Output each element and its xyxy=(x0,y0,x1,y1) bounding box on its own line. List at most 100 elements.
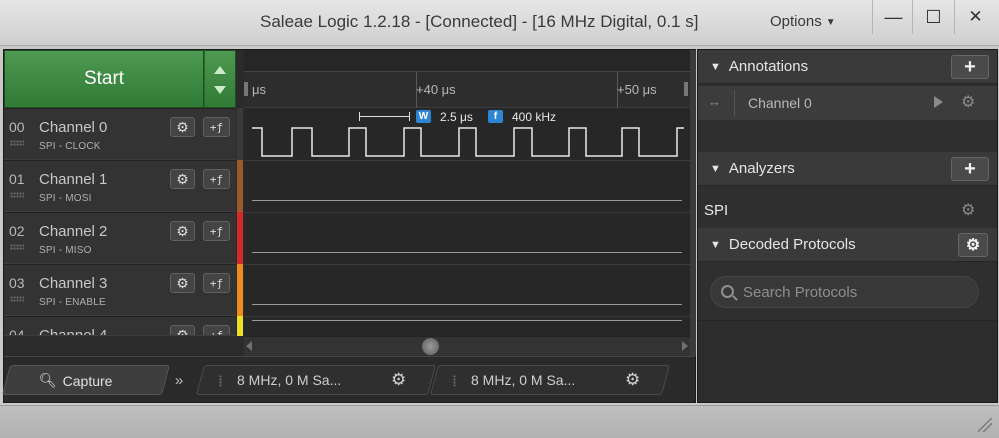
search-list-icon: 🔍︎ xyxy=(39,371,57,388)
scroll-right-icon[interactable] xyxy=(682,341,688,351)
drag-handle-icon[interactable] xyxy=(10,140,24,146)
enable-waveform xyxy=(252,304,682,305)
frequency-badge: f xyxy=(488,110,503,123)
trigger-button[interactable]: +ƒ xyxy=(203,117,230,137)
trigger-button[interactable]: +ƒ xyxy=(203,273,230,293)
vertical-scrollbar[interactable] xyxy=(690,50,696,356)
channel-row-2[interactable]: 02 Channel 2 SPI - MISO ⚙ +ƒ xyxy=(4,212,236,264)
time-ruler[interactable]: μs +40 μs +50 μs xyxy=(244,50,691,108)
channel-number: 03 xyxy=(9,275,25,291)
annotations-header[interactable]: ▼ Annotations + xyxy=(698,50,997,84)
session-label: 8 MHz, 0 M Sa... xyxy=(237,372,342,388)
row-separator xyxy=(244,212,691,213)
decoded-settings-button[interactable]: ⚙ xyxy=(958,233,988,257)
analyzers-header[interactable]: ▼ Analyzers + xyxy=(698,152,997,186)
channel-row-4[interactable]: 04 Channel 4 ⚙ +ƒ xyxy=(4,316,236,336)
channel-settings-button[interactable]: ⚙ xyxy=(170,117,195,137)
drag-handle-icon[interactable] xyxy=(10,296,24,302)
analyzer-item[interactable]: SPI ⚙ xyxy=(698,194,997,228)
collapse-icon[interactable]: ▼ xyxy=(710,239,721,251)
channel-color-2 xyxy=(237,212,243,264)
title-bar: Saleae Logic 1.2.18 - [Connected] - [16 … xyxy=(0,0,999,46)
ruler-tick-label: +40 μs xyxy=(416,82,456,97)
collapse-icon[interactable]: ▼ xyxy=(710,61,721,73)
horizontal-scrollbar[interactable] xyxy=(244,336,691,356)
close-button[interactable]: ✕ xyxy=(954,0,996,34)
search-input[interactable] xyxy=(743,282,968,302)
channel-label: SPI - MOSI xyxy=(39,193,92,204)
session-label: 8 MHz, 0 M Sa... xyxy=(471,372,576,388)
channel-settings-button[interactable]: ⚙ xyxy=(170,273,195,293)
annotation-item[interactable]: ↔ Channel 0 ⚙ xyxy=(698,86,997,120)
channel-label: SPI - MISO xyxy=(39,245,92,256)
capture-area: Start 00 Channel 0 SPI - CLOCK ⚙ +ƒ 01 C… xyxy=(1,49,696,403)
arrow-down-icon xyxy=(214,86,226,94)
miso-waveform xyxy=(252,252,682,253)
gear-icon[interactable]: ⚙ xyxy=(391,370,406,390)
session-tab[interactable]: 8 MHz, 0 M Sa... ⚙ xyxy=(429,365,671,395)
channel-number: 01 xyxy=(9,171,25,187)
start-button[interactable]: Start xyxy=(4,50,204,108)
gear-icon[interactable]: ⚙ xyxy=(961,92,975,112)
row-separator xyxy=(244,316,691,317)
channel-settings-button[interactable]: ⚙ xyxy=(170,169,195,189)
search-icon xyxy=(721,285,734,298)
ruler-edge-left xyxy=(244,82,248,96)
channel-row-3[interactable]: 03 Channel 3 SPI - ENABLE ⚙ +ƒ xyxy=(4,264,236,316)
scroll-left-icon[interactable] xyxy=(246,341,252,351)
analyzer-name: SPI xyxy=(704,202,729,219)
plus-icon: + xyxy=(964,157,976,180)
drag-handle-icon[interactable] xyxy=(10,244,24,250)
resize-grip-icon[interactable] xyxy=(978,418,992,432)
collapse-icon[interactable]: ▼ xyxy=(710,163,721,175)
measure-arrow xyxy=(359,116,409,117)
trigger-button[interactable]: +ƒ xyxy=(203,169,230,189)
drag-handle-icon[interactable] xyxy=(10,192,24,198)
section-title: Analyzers xyxy=(728,160,795,177)
channel-row-1[interactable]: 01 Channel 1 SPI - MOSI ⚙ +ƒ xyxy=(4,160,236,212)
ruler-edge-right xyxy=(684,82,688,96)
channel-number: 04 xyxy=(9,327,25,336)
channel-name[interactable]: Channel 4 xyxy=(39,327,107,335)
minimize-button[interactable]: — xyxy=(872,0,914,34)
decoded-protocols-header[interactable]: ▼ Decoded Protocols ⚙ xyxy=(698,228,997,262)
scroll-thumb[interactable] xyxy=(422,338,439,355)
channel-name[interactable]: Channel 1 xyxy=(39,171,107,188)
add-annotation-button[interactable]: + xyxy=(951,55,989,79)
annotation-channel[interactable]: Channel 0 xyxy=(748,95,812,111)
channel-name[interactable]: Channel 3 xyxy=(39,275,107,292)
session-tab-bar: 🔍︎ Capture » 8 MHz, 0 M Sa... ⚙ 8 MHz, 0… xyxy=(1,356,695,402)
play-icon[interactable] xyxy=(934,96,943,108)
channel-color-1 xyxy=(237,160,243,212)
search-protocols[interactable] xyxy=(710,276,979,308)
gear-icon[interactable]: ⚙ xyxy=(625,370,640,390)
trigger-button[interactable]: +ƒ xyxy=(203,325,230,335)
add-analyzer-button[interactable]: + xyxy=(951,157,989,181)
ruler-tick-label: +50 μs xyxy=(617,82,657,97)
gear-icon[interactable]: ⚙ xyxy=(961,200,975,220)
section-title: Decoded Protocols xyxy=(728,236,856,253)
channel-name[interactable]: Channel 0 xyxy=(39,119,107,136)
channel-row-0[interactable]: 00 Channel 0 SPI - CLOCK ⚙ +ƒ xyxy=(4,108,236,160)
maximize-button[interactable]: ☐ xyxy=(912,0,954,34)
app-window: Saleae Logic 1.2.18 - [Connected] - [16 … xyxy=(0,0,999,438)
decoded-results-area xyxy=(698,320,997,402)
channel-color-3 xyxy=(237,264,243,316)
status-bar xyxy=(0,405,999,438)
channel-label: SPI - CLOCK xyxy=(39,141,101,152)
channel-settings-button[interactable]: ⚙ xyxy=(170,325,195,335)
options-label: Options xyxy=(770,13,822,30)
options-menu[interactable]: Options ▼ xyxy=(770,13,836,30)
gear-icon: ⚙ xyxy=(965,237,981,254)
tab-capture[interactable]: 🔍︎ Capture xyxy=(1,365,171,395)
more-tabs-button[interactable]: » xyxy=(164,365,194,395)
side-panel: ▼ Annotations + ↔ Channel 0 ⚙ ▼ Analyzers … xyxy=(697,49,998,403)
session-tab[interactable]: 8 MHz, 0 M Sa... ⚙ xyxy=(195,365,437,395)
measure-bar xyxy=(409,112,410,121)
ruler-header xyxy=(244,50,691,72)
channel-settings-button[interactable]: ⚙ xyxy=(170,221,195,241)
trigger-button[interactable]: +ƒ xyxy=(203,221,230,241)
trigger-icon: +ƒ xyxy=(209,224,224,238)
start-options-button[interactable] xyxy=(204,50,236,108)
channel-name[interactable]: Channel 2 xyxy=(39,223,107,240)
